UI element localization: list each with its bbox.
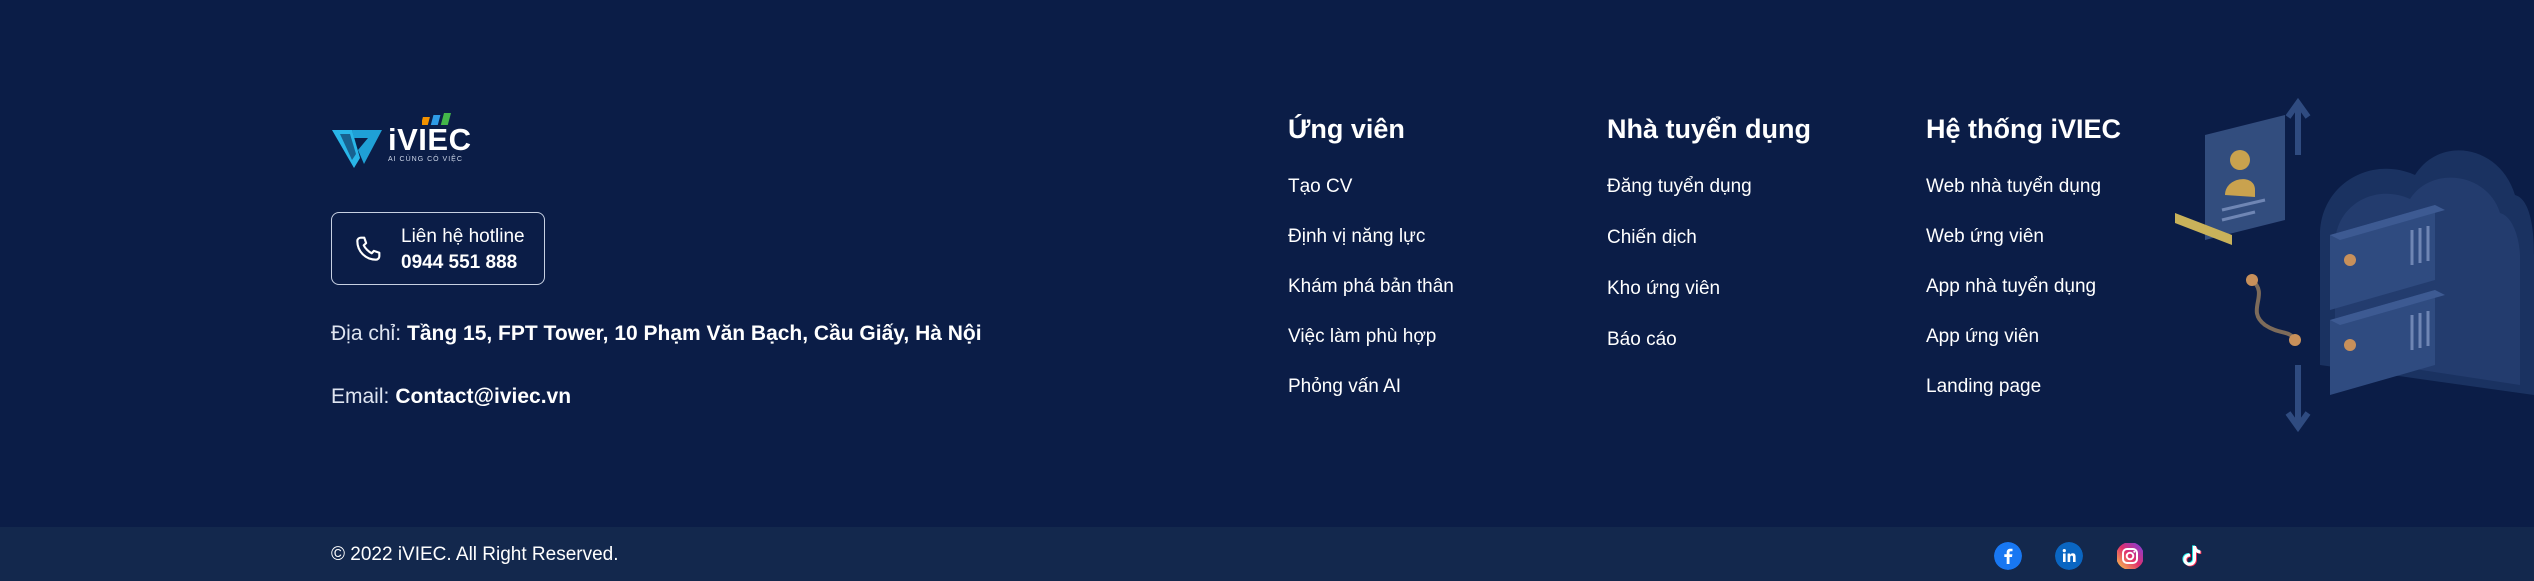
iviec-logo[interactable]: iVIEC AI CÙNG CÓ VIỆC (330, 110, 472, 168)
hotline-box[interactable]: Liên hệ hotline 0944 551 888 (331, 212, 545, 285)
footer-link-candidate-pool[interactable]: Kho ứng viên (1607, 277, 1811, 328)
footer-link-ai-interview[interactable]: Phỏng vấn AI (1288, 375, 1454, 425)
user-card-icon (2205, 115, 2285, 240)
phone-icon (356, 236, 381, 261)
footer-link-skill-positioning[interactable]: Định vị năng lực (1288, 225, 1454, 275)
footer-column-system: Hệ thống iVIEC Web nhà tuyển dụng Web ứn… (1926, 114, 2121, 425)
footer-link-campaign[interactable]: Chiến dịch (1607, 226, 1811, 277)
email-label: Email: (331, 385, 390, 408)
logo-text: iVIEC (388, 122, 472, 157)
footer-link-self-discovery[interactable]: Khám phá bản thân (1288, 275, 1454, 325)
footer-link-web-employer[interactable]: Web nhà tuyển dụng (1926, 175, 2121, 225)
logo-mark-icon (332, 130, 382, 168)
column-title: Nhà tuyển dụng (1607, 114, 1811, 144)
address-label: Địa chỉ: (331, 322, 402, 345)
facebook-icon[interactable] (1994, 542, 2022, 570)
email-link[interactable]: Contact@iviec.vn (395, 385, 571, 408)
linkedin-icon[interactable] (2055, 542, 2083, 570)
column-title: Ứng viên (1288, 114, 1405, 144)
footer-link-app-candidate[interactable]: App ứng viên (1926, 325, 2121, 375)
footer-link-reports[interactable]: Báo cáo (1607, 328, 1811, 379)
footer-link-landing-page[interactable]: Landing page (1926, 375, 2121, 425)
footer-link-matching-jobs[interactable]: Việc làm phù hợp (1288, 325, 1454, 375)
email-row: Email: Contact@iviec.vn (331, 385, 571, 409)
column-title: Hệ thống iVIEC (1926, 114, 2121, 144)
footer-link-post-job[interactable]: Đăng tuyển dụng (1607, 175, 1811, 226)
cloud-server-illustration (2175, 97, 2534, 433)
footer-link-app-employer[interactable]: App nhà tuyển dụng (1926, 275, 2121, 325)
instagram-icon[interactable] (2116, 542, 2144, 570)
hotline-label: Liên hệ hotline (401, 226, 525, 247)
footer-column-employer: Nhà tuyển dụng Đăng tuyển dụng Chiến dịc… (1607, 114, 1811, 379)
copyright-text: © 2022 iVIEC. All Right Reserved. (331, 544, 619, 565)
footer-link-web-candidate[interactable]: Web ứng viên (1926, 225, 2121, 275)
footer-main: iVIEC AI CÙNG CÓ VIỆC Liên hệ hotline 09… (0, 0, 2534, 527)
footer-column-candidate: Ứng viên Tạo CV Định vị năng lực Khám ph… (1288, 114, 1454, 425)
address-row: Địa chỉ: Tầng 15, FPT Tower, 10 Phạm Văn … (331, 322, 982, 346)
logo-tagline: AI CÙNG CÓ VIỆC (388, 156, 463, 163)
hotline-number[interactable]: 0944 551 888 (401, 252, 517, 274)
tiktok-icon[interactable] (2177, 542, 2205, 570)
footer-link-create-cv[interactable]: Tạo CV (1288, 175, 1454, 225)
address-value: Tầng 15, FPT Tower, 10 Phạm Văn Bạch, Cầ… (407, 322, 982, 345)
